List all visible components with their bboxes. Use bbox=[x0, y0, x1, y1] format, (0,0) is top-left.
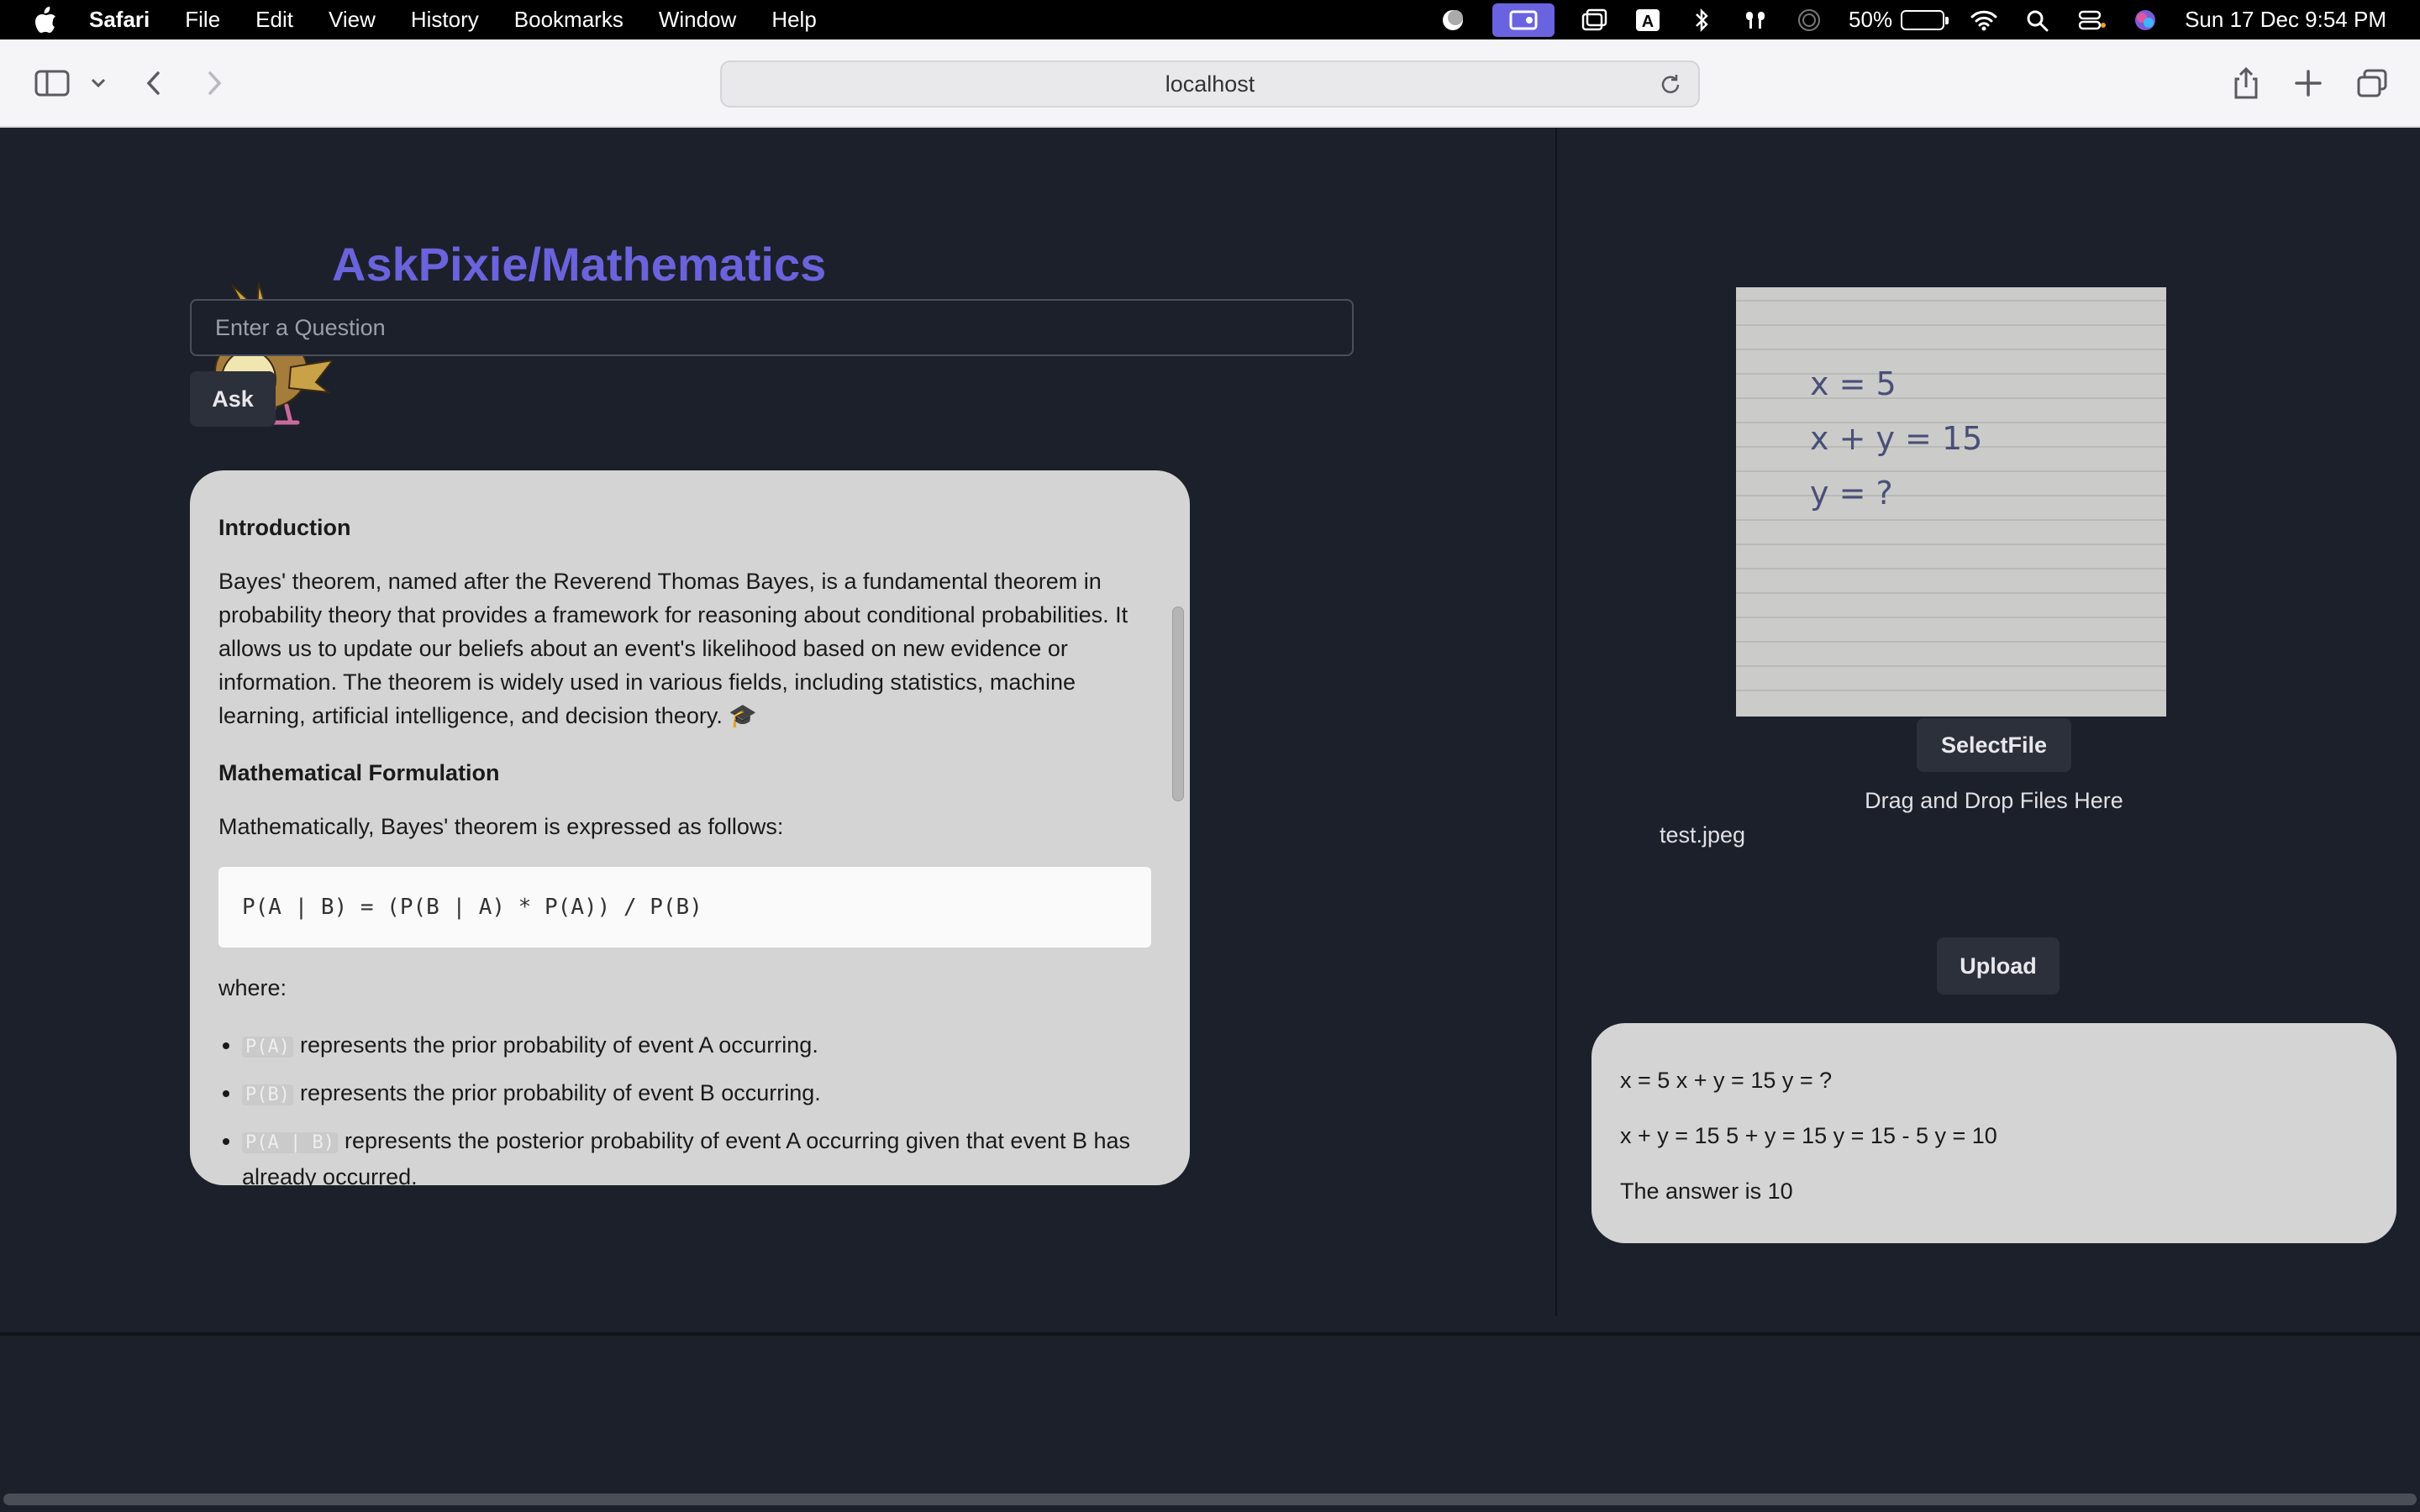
formula-code-block: P(A | B) = (P(B | A) * P(A)) / P(B) bbox=[218, 867, 1151, 948]
control-center-icon[interactable] bbox=[2077, 8, 2107, 33]
where-label: where: bbox=[218, 975, 287, 1000]
drop-zone-hint[interactable]: Drag and Drop Files Here bbox=[1832, 788, 2156, 814]
new-tab-icon[interactable] bbox=[2294, 65, 2323, 102]
reload-icon[interactable] bbox=[1658, 72, 1683, 97]
battery-indicator[interactable]: 50% bbox=[1849, 7, 1949, 33]
wifi-icon[interactable] bbox=[1970, 8, 1998, 33]
upload-button[interactable]: Upload bbox=[1937, 937, 2060, 995]
menu-bar: Safari File Edit View History Bookmarks … bbox=[0, 0, 2420, 39]
term-text: represents the prior probability of even… bbox=[299, 1080, 821, 1105]
bottom-divider bbox=[0, 1332, 2420, 1336]
url-text: localhost bbox=[1165, 71, 1255, 97]
app-title: AskPixie/Mathematics bbox=[332, 238, 827, 291]
bluetooth-icon[interactable] bbox=[1687, 8, 1716, 33]
keyboard-input-icon[interactable]: A bbox=[1634, 8, 1662, 33]
battery-icon bbox=[1901, 9, 1949, 30]
handwriting-line: y = ? bbox=[1810, 475, 1893, 512]
answer-scrollbar[interactable] bbox=[1172, 606, 1184, 801]
question-input[interactable] bbox=[190, 299, 1354, 356]
list-item: P(B) represents the prior probability of … bbox=[242, 1076, 1151, 1112]
forward-icon[interactable] bbox=[202, 65, 227, 102]
handwriting-line: x = 5 bbox=[1810, 365, 1897, 402]
term-text: represents the posterior probability of … bbox=[242, 1128, 1131, 1185]
page-content: AskPixie/Mathematics Ask Introduction Ba… bbox=[0, 128, 2420, 1336]
sidebar-icon[interactable] bbox=[34, 65, 71, 102]
apple-icon[interactable] bbox=[34, 6, 57, 34]
battery-percent: 50% bbox=[1849, 7, 1893, 32]
result-card: x = 5 x + y = 15 y = ? x + y = 15 5 + y … bbox=[1591, 1023, 2396, 1243]
handwriting-line: x + y = 15 bbox=[1810, 420, 1982, 457]
selected-file-name: test.jpeg bbox=[1660, 822, 1746, 848]
spotlight-icon[interactable] bbox=[2023, 8, 2052, 33]
screen-mirroring-icon[interactable] bbox=[1492, 3, 1555, 37]
menu-safari[interactable]: Safari bbox=[89, 7, 150, 33]
inline-code: P(A) bbox=[242, 1037, 293, 1058]
menu-window[interactable]: Window bbox=[659, 7, 736, 33]
result-line: The answer is 10 bbox=[1620, 1179, 1793, 1204]
share-icon[interactable] bbox=[2232, 65, 2260, 102]
menu-view[interactable]: View bbox=[329, 7, 376, 33]
uploaded-image-preview: x = 5 x + y = 15 y = ? bbox=[1736, 287, 2166, 717]
inline-code: P(B) bbox=[242, 1084, 293, 1105]
terms-list: P(A) represents the prior probability of … bbox=[218, 1028, 1151, 1185]
airdrop-icon[interactable] bbox=[1795, 8, 1823, 33]
result-line: x + y = 15 5 + y = 15 y = 15 - 5 y = 10 bbox=[1620, 1123, 1997, 1148]
formulation-paragraph: Mathematically, Bayes' theorem is expres… bbox=[218, 814, 784, 839]
inline-code: P(A | B) bbox=[242, 1132, 338, 1153]
answer-card[interactable]: Introduction Bayes' theorem, named after… bbox=[190, 470, 1190, 1185]
siri-icon[interactable] bbox=[2131, 8, 2160, 33]
ask-button[interactable]: Ask bbox=[190, 371, 276, 427]
back-icon[interactable] bbox=[141, 65, 166, 102]
chevron-down-icon[interactable] bbox=[87, 65, 109, 102]
tabs-overview-icon[interactable] bbox=[2356, 65, 2388, 102]
select-file-button[interactable]: SelectFile bbox=[1917, 718, 2071, 772]
menu-help[interactable]: Help bbox=[771, 7, 816, 33]
result-line: x = 5 x + y = 15 y = ? bbox=[1620, 1068, 1833, 1093]
intro-heading: Introduction bbox=[218, 515, 351, 540]
airpods-icon[interactable] bbox=[1741, 8, 1770, 33]
panel-divider bbox=[1555, 128, 1557, 1316]
window-icon[interactable] bbox=[1580, 8, 1608, 33]
browser-toolbar: localhost bbox=[0, 39, 2420, 128]
menu-file[interactable]: File bbox=[185, 7, 220, 33]
focus-icon[interactable] bbox=[1439, 8, 1467, 33]
horizontal-scrollbar[interactable] bbox=[3, 1494, 2417, 1505]
term-text: represents the prior probability of even… bbox=[299, 1032, 818, 1058]
list-item: P(A | B)represents the posterior probabi… bbox=[242, 1124, 1151, 1185]
svg-text:A: A bbox=[1642, 13, 1654, 31]
menu-bookmarks[interactable]: Bookmarks bbox=[514, 7, 623, 33]
menu-history[interactable]: History bbox=[411, 7, 479, 33]
answer-content: Introduction Bayes' theorem, named after… bbox=[218, 470, 1151, 1185]
address-bar[interactable]: localhost bbox=[720, 60, 1700, 108]
menu-datetime[interactable]: Sun 17 Dec 9:54 PM bbox=[2185, 7, 2386, 33]
menu-edit[interactable]: Edit bbox=[255, 7, 293, 33]
list-item: P(A) represents the prior probability of … bbox=[242, 1028, 1151, 1064]
formulation-heading: Mathematical Formulation bbox=[218, 760, 500, 785]
intro-paragraph: Bayes' theorem, named after the Reverend… bbox=[218, 569, 1128, 728]
